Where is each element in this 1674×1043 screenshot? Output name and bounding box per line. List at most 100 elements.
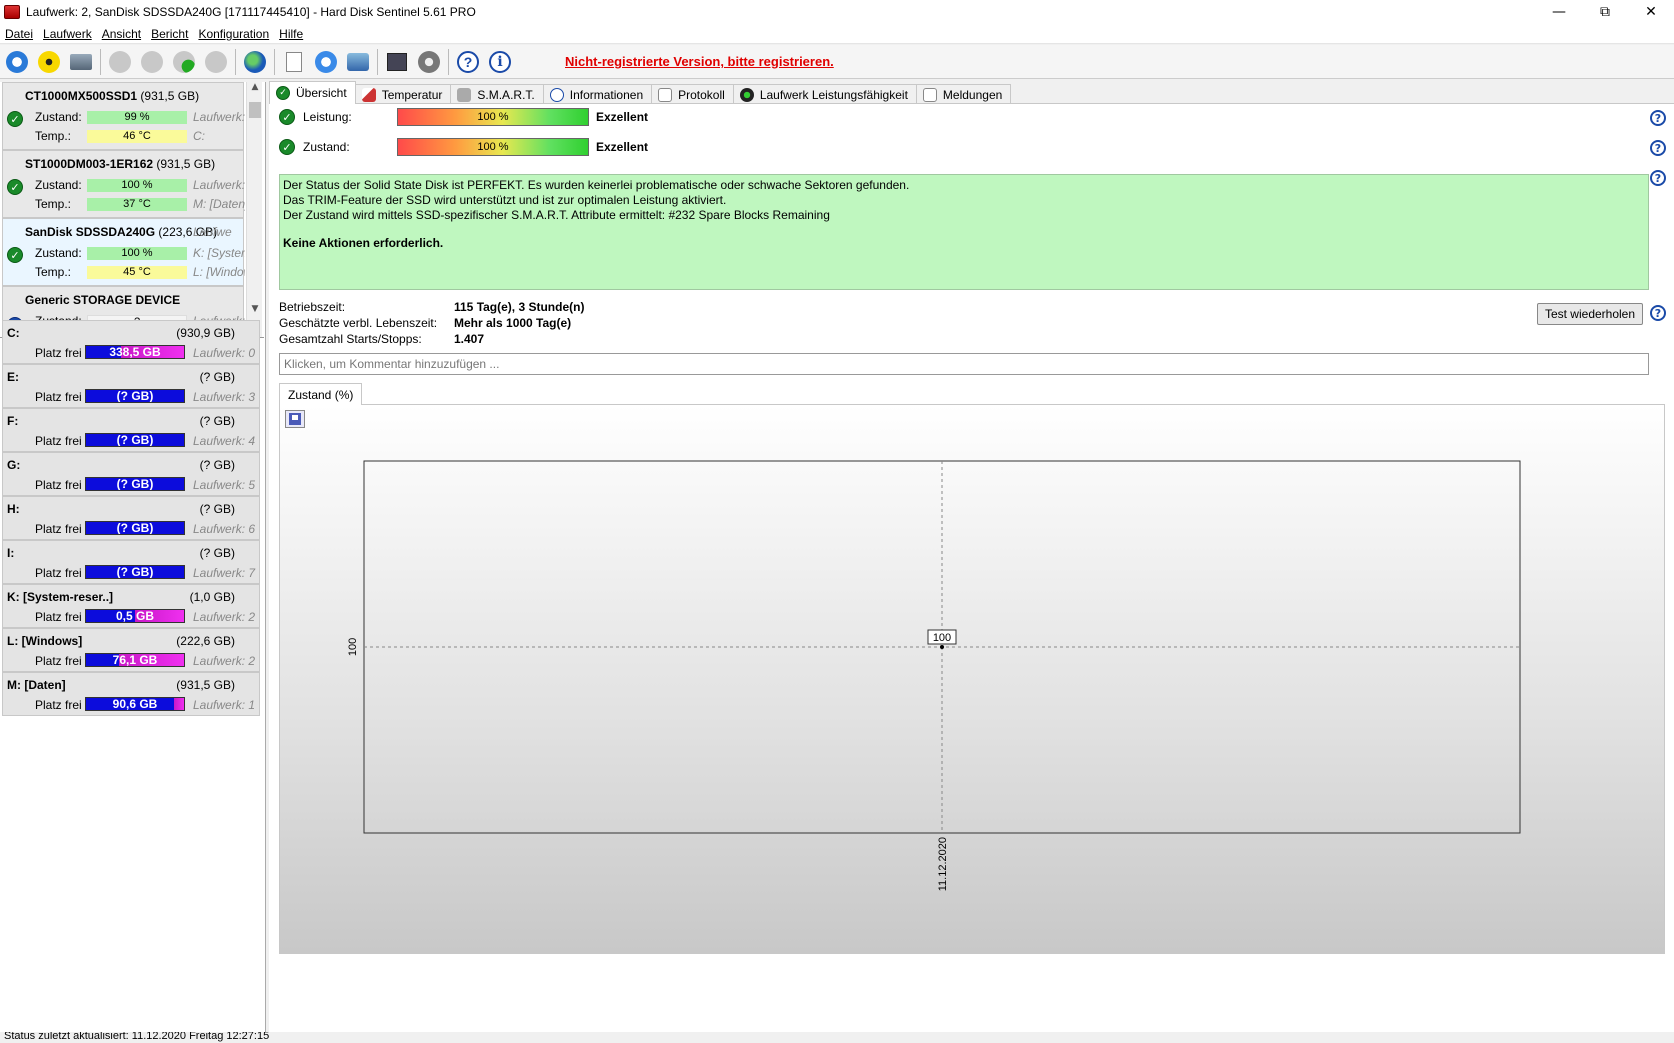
tab-leistung[interactable]: Laufwerk Leistungsfähigkeit <box>732 84 917 104</box>
partition-item[interactable]: C: (930,9 GB) Platz frei 338,5 GB Laufwerk: … <box>2 320 260 364</box>
web-button[interactable] <box>242 49 268 75</box>
partition-item[interactable]: G: (? GB) Platz frei (? GB) Laufwerk: 5 <box>2 452 260 496</box>
free-space-label: Platz frei <box>35 566 82 580</box>
sync-button[interactable] <box>313 49 339 75</box>
tab-bar: ✓ Übersicht Temperatur S.M.A.R.T. Informa… <box>269 81 1012 104</box>
free-space-bar: (? GB) <box>85 433 185 447</box>
tab-temperatur[interactable]: Temperatur <box>354 84 452 104</box>
temp-bar: 45 °C <box>87 266 187 279</box>
tab-informationen[interactable]: Informationen <box>542 84 653 104</box>
about-button[interactable]: i <box>487 49 513 75</box>
partition-name: C: <box>7 326 20 340</box>
menu-laufwerk[interactable]: Laufwerk <box>43 27 92 41</box>
scroll-down-icon[interactable]: ▼ <box>247 304 263 318</box>
zustand-label: Zustand: <box>303 140 350 154</box>
partition-item[interactable]: F: (? GB) Platz frei (? GB) Laufwerk: 4 <box>2 408 260 452</box>
partition-drive: Laufwerk: 3 <box>193 390 256 404</box>
partition-item[interactable]: I: (? GB) Platz frei (? GB) Laufwerk: 7 <box>2 540 260 584</box>
drive-letters: C: <box>193 129 205 143</box>
help-icon[interactable]: ? <box>1650 305 1666 321</box>
partition-item[interactable]: L: [Windows] (222,6 GB) Platz frei 76,1 GB L… <box>2 628 260 672</box>
temp-bar: 37 °C <box>87 198 187 211</box>
free-space-value: (? GB) <box>116 521 154 535</box>
network-button[interactable] <box>345 49 371 75</box>
globe-icon <box>244 50 266 73</box>
partition-drive: Laufwerk: 6 <box>193 522 256 536</box>
tab-uebersicht[interactable]: ✓ Übersicht <box>269 81 356 104</box>
refresh-button[interactable] <box>4 49 30 75</box>
partition-size: (1,0 GB) <box>189 590 235 604</box>
partition-size: (? GB) <box>199 370 235 384</box>
toolbar-separator <box>274 48 275 75</box>
ok-check-icon: ✓ <box>279 139 295 155</box>
tab-smart[interactable]: S.M.A.R.T. <box>450 84 544 104</box>
zustand-row: ✓ Zustand: <box>279 139 350 155</box>
report-button[interactable] <box>281 49 307 75</box>
tab-protokoll[interactable]: Protokoll <box>651 84 734 104</box>
status-line: Der Status der Solid State Disk ist PERF… <box>283 178 910 192</box>
comment-input[interactable]: Klicken, um Kommentar hinzuzufügen ... <box>279 353 1649 375</box>
help-icon[interactable]: ? <box>1650 170 1666 186</box>
partition-item[interactable]: H: (? GB) Platz frei (? GB) Laufwerk: 6 <box>2 496 260 540</box>
menu-konfiguration[interactable]: Konfiguration <box>198 27 269 41</box>
maximize-button[interactable]: ⧉ <box>1582 0 1628 24</box>
test-repeat-button[interactable]: Test wiederholen <box>1537 303 1643 325</box>
test-button-2[interactable] <box>139 49 165 75</box>
test-button-3[interactable] <box>171 49 197 75</box>
refresh-icon <box>6 50 28 73</box>
disk-name: ST1000DM003-1ER162 (931,5 GB) <box>25 157 216 171</box>
disk-item[interactable]: ST1000DM003-1ER162 (931,5 GB) ✓ Zustand:… <box>2 150 245 218</box>
partition-item[interactable]: E: (? GB) Platz frei (? GB) Laufwerk: 3 <box>2 364 260 408</box>
disk-list-scrollbar[interactable]: ▲ ▼ <box>246 82 263 337</box>
close-button[interactable]: ✕ <box>1628 0 1674 24</box>
partition-item[interactable]: M: [Daten] (931,5 GB) Platz frei 90,6 GB Lau… <box>2 672 260 716</box>
window-title: Laufwerk: 2, SanDisk SDSSDA240G [1711174… <box>26 5 476 19</box>
status-text: Status zuletzt aktualisiert: 11.12.2020 … <box>4 1032 270 1042</box>
data-label: 100 <box>933 632 951 644</box>
menu-datei[interactable]: Datei <box>5 27 33 41</box>
disk-button[interactable] <box>68 49 94 75</box>
disk-item[interactable]: CT1000MX500SSD1 (931,5 GB) ✓ Zustand: 99… <box>2 82 245 150</box>
benchmark-button[interactable] <box>384 49 410 75</box>
toolbar: ? i Nicht-registrierte Version, bitte re… <box>0 45 1674 79</box>
sound-button[interactable] <box>416 49 442 75</box>
disk-item-selected[interactable]: SanDisk SDSSDA240G (223,6 GB) Laufwe ✓ Z… <box>2 218 245 286</box>
temp-label: Temp.: <box>35 265 72 279</box>
scroll-up-icon[interactable]: ▲ <box>247 82 263 96</box>
menu-bericht[interactable]: Bericht <box>151 27 188 41</box>
zustand-bar: 100 % <box>87 247 187 260</box>
disk-size: (931,5 GB) <box>140 89 200 103</box>
report-icon <box>286 51 302 72</box>
toolbar-separator <box>448 48 449 75</box>
alert-button[interactable] <box>36 49 62 75</box>
partition-drive: Laufwerk: 0 <box>193 346 256 360</box>
starts-value: 1.407 <box>454 332 485 346</box>
test-button-1[interactable] <box>107 49 133 75</box>
help-icon[interactable]: ? <box>1650 140 1666 156</box>
free-space-label: Platz frei <box>35 390 82 404</box>
help-icon[interactable]: ? <box>1650 110 1666 126</box>
free-space-label: Platz frei <box>35 478 82 492</box>
speaker-icon <box>418 50 440 73</box>
tab-meldungen[interactable]: Meldungen <box>915 84 1012 104</box>
free-space-bar: (? GB) <box>85 477 185 491</box>
tab-zustand-chart[interactable]: Zustand (%) <box>279 383 363 405</box>
partition-item[interactable]: K: [System-reser..] (1,0 GB) Platz frei 0,5… <box>2 584 260 628</box>
betriebszeit-label: Betriebszeit: <box>279 300 346 314</box>
scroll-thumb[interactable] <box>249 102 261 118</box>
free-space-value: (? GB) <box>116 565 154 579</box>
disk-name: Generic STORAGE DEVICE <box>25 293 181 307</box>
menu-hilfe[interactable]: Hilfe <box>279 27 303 41</box>
register-link[interactable]: Nicht-registrierte Version, bitte regist… <box>565 54 834 69</box>
temp-bar: 46 °C <box>87 130 187 143</box>
minimize-button[interactable]: — <box>1536 0 1582 24</box>
menu-ansicht[interactable]: Ansicht <box>102 27 141 41</box>
help-button[interactable]: ? <box>455 49 481 75</box>
leistung-bar: 100 % <box>397 108 589 126</box>
free-space-value: 76,1 GB <box>112 653 158 667</box>
app-icon <box>4 5 20 19</box>
app-window: Laufwerk: 2, SanDisk SDSSDA240G [1711174… <box>0 0 1674 1043</box>
partition-name: G: <box>7 458 21 472</box>
zustand-label: Zustand: <box>35 110 82 124</box>
test-button-4[interactable] <box>203 49 229 75</box>
